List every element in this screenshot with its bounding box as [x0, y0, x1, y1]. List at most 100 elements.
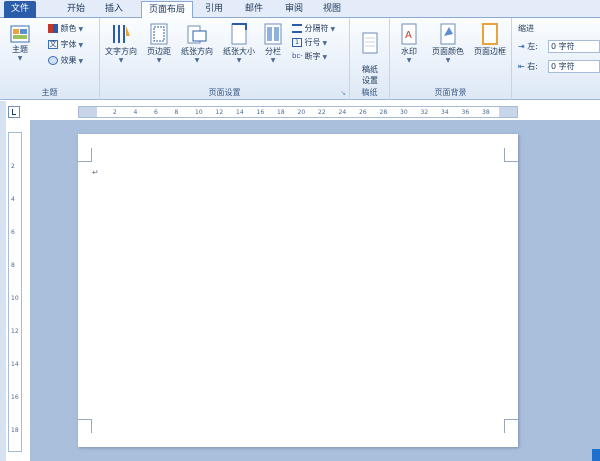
hyphenation-label: 断字 [304, 52, 321, 61]
ruler-tick-label: 2 [113, 109, 117, 116]
crop-mark-top-left [78, 148, 92, 162]
tab-page-layout[interactable]: 页面布局 [141, 1, 193, 19]
group-page-setup: 文字方向 ▼ 页边距 ▼ 纸张方向 ▼ 纸张大小 ▼ 分栏 ▼ 分隔符 ▼ 1 … [100, 18, 350, 100]
columns-label: 分栏 [265, 47, 281, 56]
vruler-tick-label: 2 [11, 163, 15, 170]
tab-insert[interactable]: 插入 [100, 1, 128, 18]
crop-mark-bottom-left [78, 419, 92, 433]
vruler-tick-label: 14 [11, 361, 19, 368]
ruler-tick-label: 16 [256, 109, 265, 116]
page-borders-label: 页面边框 [474, 47, 506, 56]
tab-mailings[interactable]: 邮件 [240, 1, 268, 18]
ruler-tick-label: 32 [420, 109, 429, 116]
text-direction-label: 文字方向 [105, 47, 137, 56]
line-numbers-button[interactable]: 1 行号 ▼ [292, 38, 327, 49]
tab-home[interactable]: 开始 [62, 1, 90, 18]
group-label-page-setup: 页面设置 [208, 88, 241, 97]
watermark-icon: A [401, 23, 417, 45]
vruler-tick-label: 12 [11, 328, 19, 335]
word-window: 文件 开始 插入 页面布局 引用 邮件 审阅 视图 主题 ▼ 颜色 ▼ 文 字体… [0, 0, 600, 461]
page-color-icon [440, 23, 456, 45]
indent-right-input[interactable]: 0 字符 [548, 60, 600, 73]
indent-heading: 缩进 [518, 24, 534, 33]
theme-colors-button[interactable]: 颜色 ▼ [48, 24, 83, 35]
ruler-tick-label: 22 [318, 109, 326, 116]
effects-icon [48, 56, 58, 65]
tab-view[interactable]: 视图 [318, 1, 346, 18]
chevron-down-icon: ▼ [270, 57, 276, 64]
tab-file[interactable]: 文件 [4, 1, 36, 18]
line-numbers-label: 行号 [304, 38, 321, 47]
indent-left-label: 左: [527, 42, 538, 51]
indent-left-icon: ⇥ [518, 42, 525, 51]
breaks-label: 分隔符 [304, 24, 329, 33]
columns-button[interactable]: 分栏 ▼ [260, 22, 286, 64]
orientation-button[interactable]: 纸张方向 ▼ [178, 22, 216, 64]
paragraph-mark-icon: ↵ [92, 168, 99, 177]
line-numbers-icon: 1 [292, 38, 302, 47]
theme-fonts-button[interactable]: 文 字体 ▼ [48, 40, 83, 51]
text-direction-button[interactable]: 文字方向 ▼ [102, 22, 140, 64]
chevron-down-icon: ▼ [156, 57, 162, 64]
group-label-themes: 主题 [41, 88, 58, 97]
indent-right-label: 右: [527, 62, 538, 71]
tab-review[interactable]: 审阅 [280, 1, 308, 18]
ruler-tick-label: 20 [297, 109, 306, 116]
ruler-margin-left [79, 107, 97, 117]
themes-button[interactable]: 主题 ▼ [6, 24, 34, 62]
text-direction-icon [113, 25, 130, 43]
ruler-tick-label: 18 [277, 109, 285, 116]
indent-left-row: ⇥ 左: [518, 42, 538, 52]
group-label-background: 页面背景 [434, 88, 467, 97]
indent-right-row: ⇤ 右: [518, 62, 538, 72]
ruler-tick-label: 10 [195, 109, 203, 116]
page-size-icon [231, 23, 247, 45]
ruler-tick-label: 4 [133, 109, 138, 116]
palette-icon [48, 24, 58, 33]
indent-right-icon: ⇤ [518, 62, 525, 71]
watermark-button[interactable]: A 水印 ▼ [392, 22, 426, 64]
ruler-margin-right [499, 107, 517, 117]
margins-label: 页边距 [147, 47, 171, 56]
crop-mark-bottom-right [504, 419, 518, 433]
breaks-icon [292, 24, 302, 33]
ribbon-tab-bar: 文件 开始 插入 页面布局 引用 邮件 审阅 视图 [0, 0, 600, 19]
chevron-down-icon: ▼ [17, 55, 23, 62]
ruler-tick-label: 28 [379, 109, 388, 116]
vertical-ruler[interactable]: 2 4 6 8 10 12 14 16 18 [8, 132, 22, 452]
hyphenation-button[interactable]: bc- 断字 ▼ [292, 52, 327, 63]
horizontal-ruler[interactable]: 2 4 6 8 10 12 14 16 18 20 22 24 26 28 30 32 34 36 38 [78, 106, 518, 118]
group-themes: 主题 ▼ 颜色 ▼ 文 字体 ▼ 效果 ▼ 主题 [0, 18, 100, 100]
ruler-tick-label: 6 [154, 109, 158, 116]
corner-accent [592, 449, 600, 461]
hyphenation-icon: bc- [292, 52, 303, 60]
margins-button[interactable]: 页边距 ▼ [144, 22, 174, 64]
theme-effects-button[interactable]: 效果 ▼ [48, 56, 83, 67]
themes-button-label: 主题 [12, 45, 28, 54]
draft-paper-label: 稿纸 设置 [362, 65, 378, 85]
dialog-launcher-icon[interactable]: ↘ [340, 89, 346, 97]
orientation-icon [187, 25, 207, 44]
chevron-down-icon: ▼ [236, 57, 242, 64]
ruler-tick-label: 8 [174, 109, 179, 116]
size-button[interactable]: 纸张大小 ▼ [220, 22, 258, 64]
group-draft-paper: 稿纸 设置 稿纸 [350, 18, 390, 100]
svg-text:A: A [405, 30, 412, 41]
tab-selector-button[interactable] [8, 106, 20, 118]
draft-paper-icon [362, 32, 378, 54]
size-label: 纸张大小 [223, 47, 255, 56]
group-label-draft: 稿纸 [361, 88, 378, 97]
group-page-background: A 水印 ▼ 页面颜色 ▼ 页面边框 页面背景 [390, 18, 512, 100]
tab-references[interactable]: 引用 [200, 1, 228, 18]
font-icon: 文 [48, 40, 58, 49]
ribbon: 主题 ▼ 颜色 ▼ 文 字体 ▼ 效果 ▼ 主题 文字方向 ▼ 页边距 ▼ 纸张… [0, 18, 600, 100]
page-borders-button[interactable]: 页面边框 [470, 22, 510, 57]
ruler-tick-label: 26 [359, 109, 367, 116]
document-page[interactable]: ↵ [78, 134, 518, 447]
ruler-tick-label: 14 [236, 109, 244, 116]
indent-left-input[interactable]: 0 字符 [548, 40, 600, 53]
breaks-button[interactable]: 分隔符 ▼ [292, 24, 335, 35]
page-color-button[interactable]: 页面颜色 ▼ [428, 22, 468, 64]
draft-paper-button[interactable]: 稿纸 设置 [354, 22, 386, 86]
ruler-tick-label: 34 [441, 109, 449, 116]
